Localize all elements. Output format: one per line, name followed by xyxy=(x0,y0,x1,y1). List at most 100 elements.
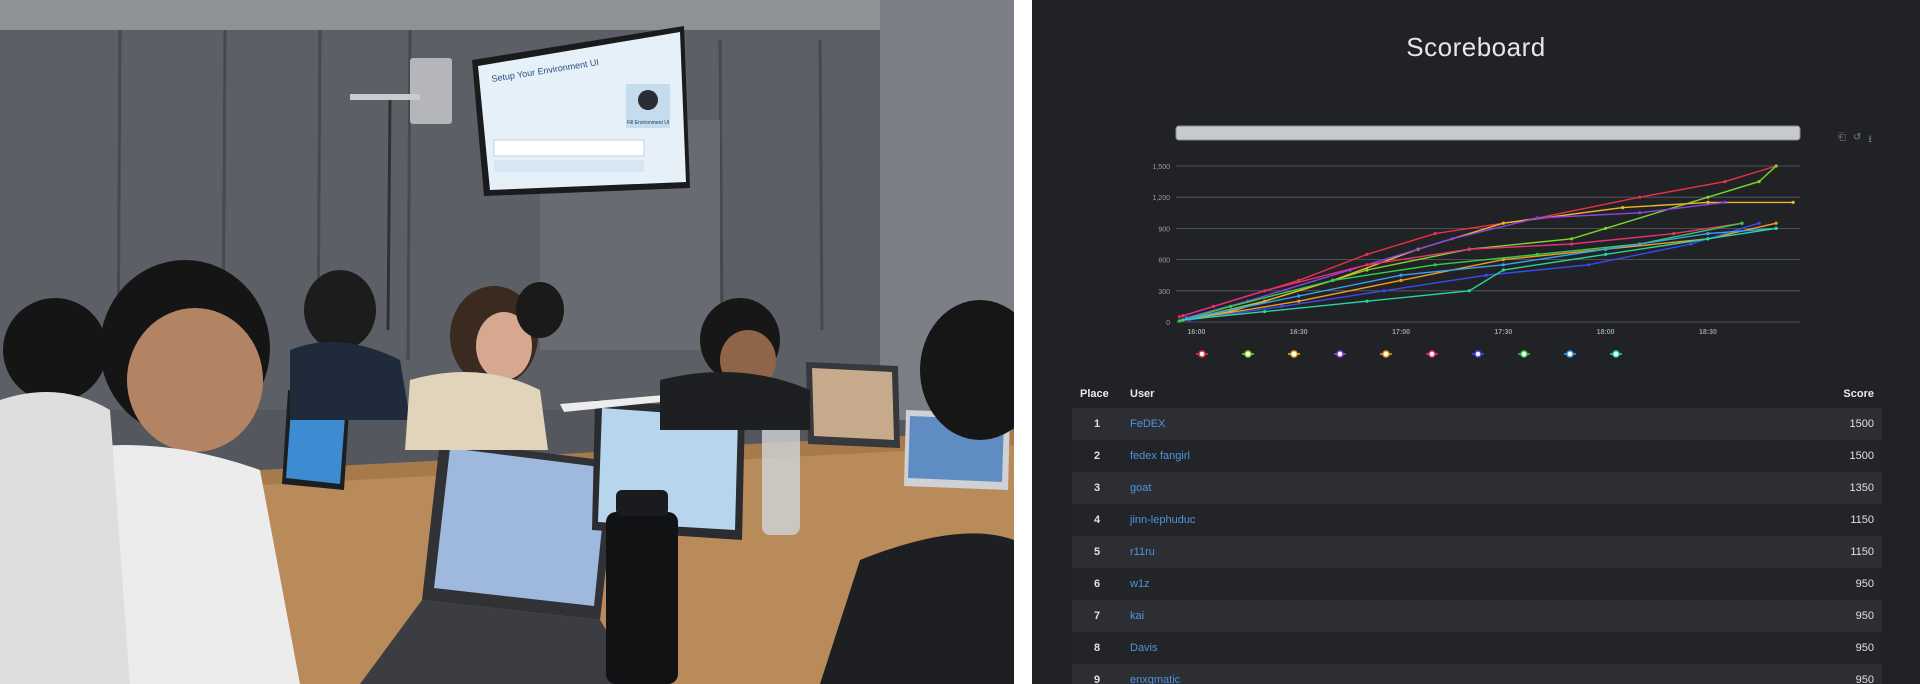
row-place: 8 xyxy=(1072,632,1122,664)
data-point xyxy=(1604,226,1608,230)
table-row: 8 Davis 950 xyxy=(1072,632,1882,664)
data-point xyxy=(1467,247,1471,251)
row-score: 950 xyxy=(1605,568,1882,600)
data-point xyxy=(1757,180,1761,184)
row-user-link[interactable]: w1z xyxy=(1130,578,1150,590)
row-user-link[interactable]: FeDEX xyxy=(1130,418,1165,430)
row-score: 1500 xyxy=(1605,440,1882,472)
header-user: User xyxy=(1130,388,1155,400)
y-tick-label: 900 xyxy=(1158,226,1170,233)
data-point xyxy=(1177,319,1182,323)
x-tick-label: 17:00 xyxy=(1392,329,1410,336)
data-point xyxy=(1467,289,1471,293)
legend-marker xyxy=(1198,350,1206,358)
data-point xyxy=(1604,247,1608,251)
table-row: 7 kai 950 xyxy=(1072,600,1882,632)
row-place: 2 xyxy=(1072,440,1122,472)
data-point xyxy=(1263,289,1267,293)
row-score: 1150 xyxy=(1605,536,1882,568)
series-line xyxy=(1179,222,1777,322)
x-tick-label: 16:30 xyxy=(1290,329,1308,336)
y-tick-label: 0 xyxy=(1166,320,1170,327)
table-row: 9 enxgmatic 950 xyxy=(1072,664,1882,684)
row-user-link[interactable]: Davis xyxy=(1130,642,1158,654)
row-score: 950 xyxy=(1605,632,1882,664)
legend-marker xyxy=(1520,350,1528,358)
row-place: 6 xyxy=(1072,568,1122,600)
data-point xyxy=(1433,232,1437,236)
data-point xyxy=(1672,232,1676,236)
data-point xyxy=(1228,304,1233,308)
data-point xyxy=(1297,299,1301,303)
header-score: Score xyxy=(1843,388,1874,400)
header-place: Place xyxy=(1080,388,1109,400)
slide-badge: Fill Environment UI xyxy=(627,120,669,126)
legend-marker xyxy=(1336,350,1344,358)
legend-marker xyxy=(1612,350,1620,358)
score-chart: Top 10 Users03006009001,2001,50016:0016:… xyxy=(1032,120,1920,370)
x-tick-label: 17:30 xyxy=(1494,329,1512,336)
data-point xyxy=(1535,252,1540,256)
page-title: Scoreboard xyxy=(1406,32,1546,62)
scoreboard-panel: Scoreboard ⎗ ↺ ⭳ Top 10 Users03006009001… xyxy=(1032,0,1920,684)
row-score: 1350 xyxy=(1605,472,1882,504)
row-place: 5 xyxy=(1072,536,1122,568)
data-point xyxy=(1501,263,1505,267)
data-point xyxy=(1399,278,1403,282)
y-tick-label: 1,200 xyxy=(1152,195,1170,202)
data-point xyxy=(1263,310,1267,314)
legend-marker xyxy=(1290,350,1298,358)
data-point xyxy=(1501,221,1505,225)
legend-marker xyxy=(1382,350,1390,358)
data-point xyxy=(1382,289,1386,293)
data-point xyxy=(1280,304,1284,308)
data-point xyxy=(1774,221,1778,225)
data-point xyxy=(1723,180,1727,184)
row-user-link[interactable]: r11ru xyxy=(1130,546,1155,558)
data-point xyxy=(1791,200,1795,204)
row-score: 1500 xyxy=(1605,408,1882,440)
data-point xyxy=(1604,252,1608,256)
data-point xyxy=(1365,252,1369,256)
data-point xyxy=(1450,237,1454,241)
data-point xyxy=(1638,195,1642,199)
row-user-link[interactable]: jinn-lephuduc xyxy=(1130,514,1195,526)
data-point xyxy=(1501,268,1505,272)
row-score: 1150 xyxy=(1605,504,1882,536)
row-place: 1 xyxy=(1072,408,1122,440)
y-tick-label: 300 xyxy=(1158,289,1170,296)
data-point xyxy=(1331,278,1335,282)
zoom-slider xyxy=(1175,125,1801,141)
y-tick-label: 600 xyxy=(1158,258,1170,265)
data-point xyxy=(1365,263,1369,267)
data-point xyxy=(1706,237,1710,241)
table-row: 4 jinn-lephuduc 1150 xyxy=(1072,504,1882,536)
data-point xyxy=(1433,263,1437,267)
row-user-link[interactable]: enxgmatic xyxy=(1130,674,1180,684)
data-point xyxy=(1774,226,1778,230)
row-place: 3 xyxy=(1072,472,1122,504)
classroom-photo: Setup Your Environment UI Fill Environme… xyxy=(0,0,1014,684)
data-point xyxy=(1706,232,1710,236)
data-point xyxy=(1399,273,1403,277)
row-user-link[interactable]: goat xyxy=(1130,482,1151,494)
data-point xyxy=(1181,314,1185,318)
data-point xyxy=(1569,242,1574,246)
data-point xyxy=(1638,211,1642,215)
row-score: 950 xyxy=(1605,664,1882,684)
data-point xyxy=(1365,299,1369,303)
data-point xyxy=(1706,195,1710,199)
row-user-link[interactable]: fedex fangirl xyxy=(1130,450,1190,462)
legend-marker xyxy=(1244,350,1252,358)
x-tick-label: 16:00 xyxy=(1188,329,1206,336)
row-user-link[interactable]: kai xyxy=(1130,610,1144,622)
x-tick-label: 18:30 xyxy=(1699,329,1717,336)
score-chart-svg: Top 10 Users03006009001,2001,50016:0016:… xyxy=(1152,125,1801,358)
y-tick-label: 1,500 xyxy=(1152,164,1170,171)
row-score: 950 xyxy=(1605,600,1882,632)
table-row: 5 r11ru 1150 xyxy=(1072,536,1882,568)
data-point xyxy=(1177,315,1182,319)
data-point xyxy=(1535,216,1540,220)
data-point xyxy=(1723,200,1727,204)
data-point xyxy=(1774,164,1778,168)
